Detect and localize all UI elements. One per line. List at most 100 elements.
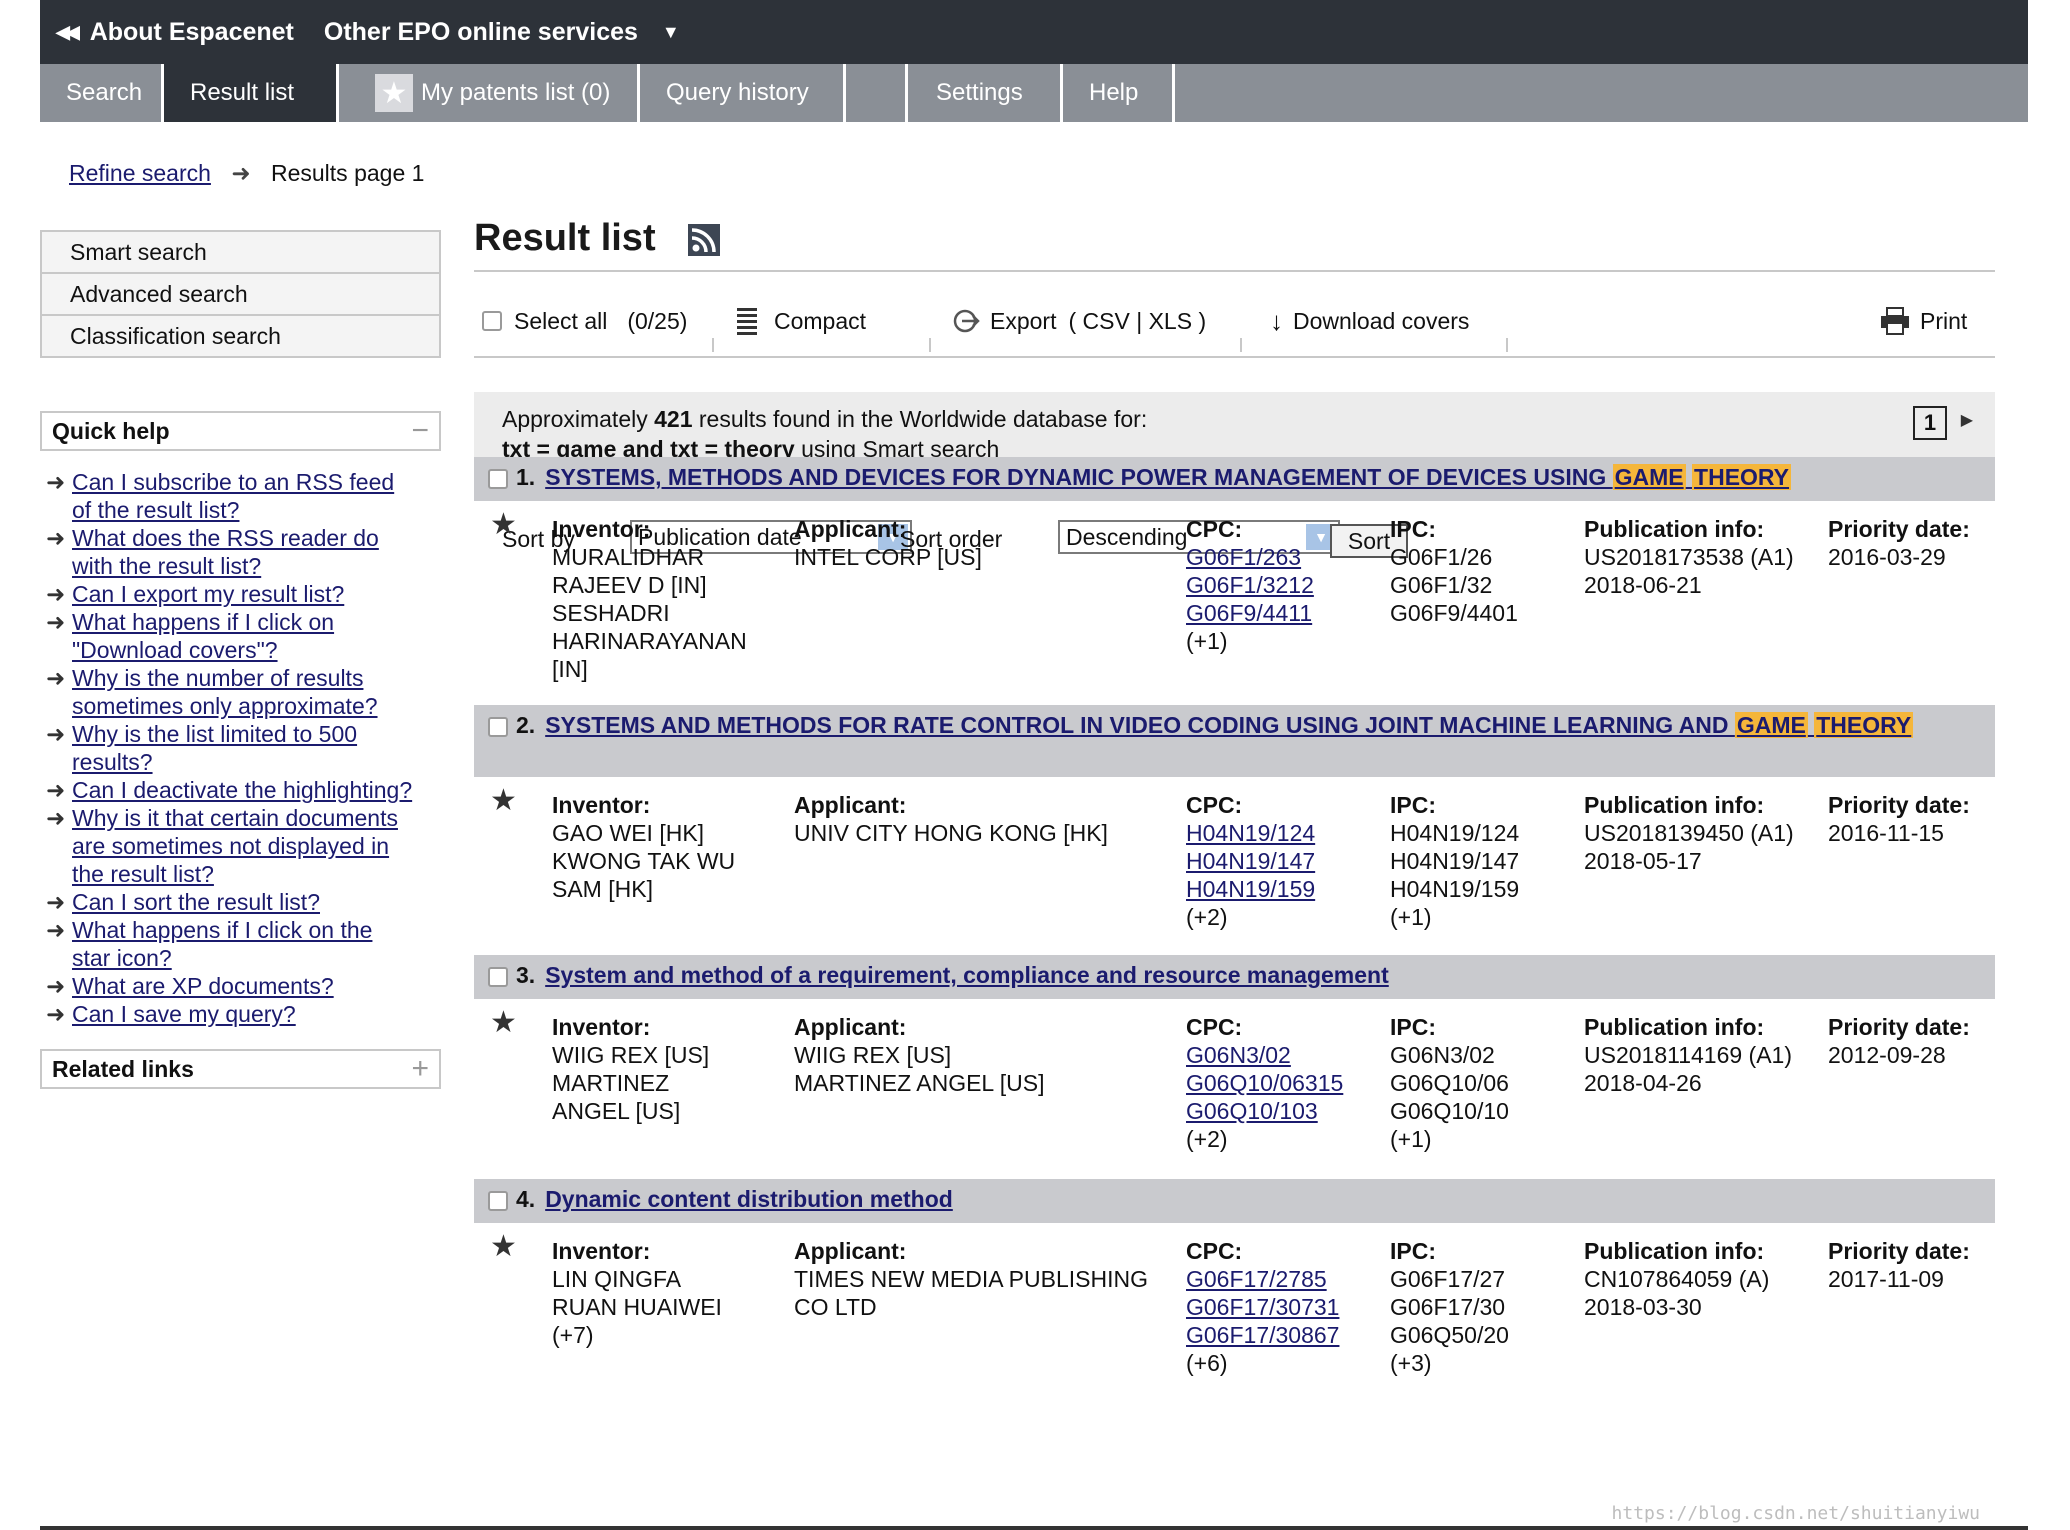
tab-result-list[interactable]: Result list: [164, 64, 339, 122]
ipc-more[interactable]: (+1): [1390, 1125, 1509, 1153]
related-links-panel-header[interactable]: Related links +: [40, 1049, 441, 1089]
cpc-more[interactable]: (+2): [1186, 1125, 1343, 1153]
result-title-link[interactable]: SYSTEMS AND METHODS FOR RATE CONTROL IN …: [545, 712, 1914, 738]
column-inventor: Inventor: LIN QINGFA RUAN HUAIWEI (+7): [552, 1237, 722, 1349]
quick-help-panel-header[interactable]: Quick help −: [40, 411, 441, 451]
result-checkbox[interactable]: [488, 1190, 508, 1211]
cpc-link[interactable]: G06F17/2785: [1186, 1265, 1339, 1293]
refine-search-link[interactable]: Refine search: [69, 160, 211, 186]
help-link[interactable]: Can I export my result list?: [72, 581, 344, 607]
cpc-link[interactable]: H04N19/124: [1186, 819, 1315, 847]
help-link[interactable]: Can I subscribe to an RSS feed: [72, 469, 394, 495]
help-link[interactable]: What are XP documents?: [72, 973, 334, 999]
help-link[interactable]: sometimes only approximate?: [72, 693, 378, 719]
priority-header: Priority date:: [1828, 516, 1970, 542]
cpc-link[interactable]: G06F17/30731: [1186, 1293, 1339, 1321]
title-divider: [474, 270, 1995, 272]
star-icon[interactable]: ★: [490, 510, 517, 540]
cpc-link[interactable]: H04N19/147: [1186, 847, 1315, 875]
help-link[interactable]: star icon?: [72, 945, 172, 971]
pub-value: US2018114169 (A1): [1584, 1042, 1792, 1068]
sidebar-item-advanced-search[interactable]: Advanced search: [42, 274, 439, 316]
cpc-link[interactable]: G06F1/3212: [1186, 571, 1314, 599]
cpc-link[interactable]: H04N19/159: [1186, 875, 1315, 903]
expand-icon[interactable]: +: [411, 1052, 429, 1086]
tab-settings[interactable]: Settings: [908, 64, 1063, 122]
result-title-link[interactable]: Dynamic content distribution method: [545, 1186, 953, 1212]
cpc-link[interactable]: G06F17/30867: [1186, 1321, 1339, 1349]
applicant-value: TIMES NEW MEDIA PUBLISHING: [794, 1266, 1148, 1292]
help-link[interactable]: Why is the list limited to 500: [72, 721, 357, 747]
help-link[interactable]: What does the RSS reader do: [72, 525, 379, 551]
help-link[interactable]: What happens if I click on: [72, 609, 334, 635]
next-page-icon[interactable]: ▶: [1961, 410, 1973, 430]
rss-feed-icon[interactable]: [688, 224, 720, 256]
export-control[interactable]: Export ( CSV | XLS ): [952, 294, 1206, 348]
download-covers-button[interactable]: ↓ Download covers: [1270, 294, 1469, 348]
help-link[interactable]: Why is it that certain documents: [72, 805, 398, 831]
compact-view-button[interactable]: Compact: [736, 294, 866, 348]
column-priority: Priority date: 2016-11-15: [1828, 791, 1970, 847]
ipc-value: H04N19/159: [1390, 876, 1520, 902]
chevron-down-icon[interactable]: ▼: [662, 22, 680, 43]
page-number[interactable]: 1: [1913, 406, 1947, 440]
help-link[interactable]: Can I sort the result list?: [72, 889, 320, 915]
help-link[interactable]: What happens if I click on the: [72, 917, 372, 943]
help-link[interactable]: are sometimes not displayed in: [72, 833, 389, 859]
table-row: 2. SYSTEMS AND METHODS FOR RATE CONTROL I…: [474, 705, 1995, 955]
tab-search[interactable]: Search: [40, 64, 164, 122]
star-icon[interactable]: ★: [490, 1232, 517, 1262]
list-item: ➜ Can I save my query?: [44, 1000, 444, 1028]
ipc-value: G06F17/27: [1390, 1266, 1506, 1292]
cpc-more[interactable]: (+6): [1186, 1349, 1339, 1377]
help-link[interactable]: Can I save my query?: [72, 1001, 296, 1027]
tab-my-patents-list[interactable]: ★ My patents list (0): [339, 64, 640, 122]
print-button[interactable]: Print: [1880, 294, 1967, 348]
result-checkbox[interactable]: [488, 716, 508, 737]
star-icon[interactable]: ★: [490, 786, 517, 816]
about-espacenet-link[interactable]: About Espacenet: [90, 18, 294, 47]
cpc-more[interactable]: (+2): [1186, 903, 1315, 931]
cpc-link[interactable]: G06F9/4411: [1186, 599, 1314, 627]
help-link[interactable]: Why is the number of results: [72, 665, 363, 691]
ipc-value: G06Q50/20: [1390, 1322, 1509, 1348]
tab-help[interactable]: Help: [1063, 64, 1175, 122]
arrow-right-icon: ➜: [46, 917, 66, 943]
help-link[interactable]: "Download covers"?: [72, 637, 278, 663]
sidebar-item-smart-search[interactable]: Smart search: [42, 232, 439, 274]
select-all-checkbox[interactable]: [482, 311, 502, 331]
result-title-link[interactable]: SYSTEMS, METHODS AND DEVICES FOR DYNAMIC…: [545, 464, 1792, 490]
collapse-icon[interactable]: −: [411, 414, 429, 448]
help-link[interactable]: with the result list?: [72, 553, 261, 579]
column-inventor: Inventor: WIIG REX [US] MARTINEZ ANGEL [US]: [552, 1013, 709, 1125]
applicant-header: Applicant:: [794, 1238, 907, 1264]
cpc-link[interactable]: G06Q10/103: [1186, 1097, 1343, 1125]
result-title-link[interactable]: System and method of a requirement, comp…: [545, 962, 1389, 988]
help-link[interactable]: of the result list?: [72, 497, 239, 523]
help-link[interactable]: the result list?: [72, 861, 214, 887]
export-formats[interactable]: ( CSV | XLS ): [1068, 308, 1206, 335]
result-number: 3.: [516, 962, 536, 988]
cpc-link[interactable]: G06F1/263: [1186, 543, 1314, 571]
double-chevron-left-icon[interactable]: ◀◀: [56, 22, 80, 43]
column-applicant: Applicant: TIMES NEW MEDIA PUBLISHING CO L…: [794, 1237, 1148, 1321]
result-checkbox[interactable]: [488, 966, 508, 987]
ipc-more[interactable]: (+3): [1390, 1349, 1509, 1377]
ipc-value: G06F1/26: [1390, 544, 1493, 570]
cpc-link[interactable]: G06Q10/06315: [1186, 1069, 1343, 1097]
cpc-link[interactable]: G06N3/02: [1186, 1041, 1343, 1069]
toolbar-divider: [929, 338, 931, 352]
other-epo-services-menu[interactable]: Other EPO online services: [324, 18, 638, 47]
help-link[interactable]: results?: [72, 749, 153, 775]
page-gutter-right: [2028, 0, 2070, 1530]
tab-query-history[interactable]: Query history: [640, 64, 846, 122]
list-item: ➜ Why is the list limited to 500 results?: [44, 720, 444, 776]
applicant-header: Applicant:: [794, 516, 907, 542]
select-all-control[interactable]: Select all (0/25): [482, 294, 687, 348]
help-link[interactable]: Can I deactivate the highlighting?: [72, 777, 412, 803]
sidebar-item-classification-search[interactable]: Classification search: [42, 316, 439, 356]
result-checkbox[interactable]: [488, 468, 508, 489]
cpc-more[interactable]: (+1): [1186, 627, 1314, 655]
star-icon[interactable]: ★: [490, 1008, 517, 1038]
ipc-more[interactable]: (+1): [1390, 903, 1519, 931]
